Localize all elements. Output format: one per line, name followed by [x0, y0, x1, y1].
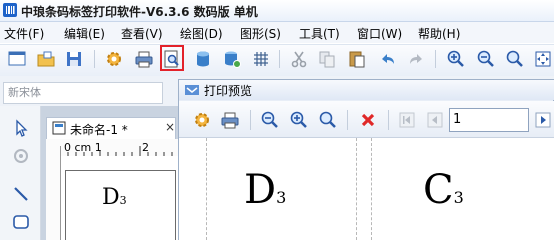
preview-label-2: C3 [423, 168, 464, 220]
label-text-object[interactable]: D3 [102, 186, 127, 213]
close-tab-icon[interactable]: × [165, 120, 175, 134]
toolbar-separator [435, 50, 436, 68]
ruler-mark: 2 [142, 141, 149, 154]
preview-toolbar-separator [347, 110, 348, 130]
document-icon [52, 121, 66, 135]
menu-view[interactable]: 查看(V) [121, 25, 163, 42]
window-title: 中琅条码标签打印软件-V6.3.6 数码版 单机 [21, 5, 258, 19]
menu-bar: 文件(F) 编辑(E) 查看(V) 绘图(D) 图形(S) 工具(T) 窗口(W… [0, 22, 554, 43]
preview-toolbar-separator [250, 110, 251, 130]
print-preview-highlight [160, 45, 184, 71]
menu-draw[interactable]: 绘图(D) [180, 25, 223, 42]
label-boundary-line [356, 138, 357, 240]
label-text-subscript: 3 [119, 194, 127, 207]
preview-zoom-in-icon[interactable] [289, 110, 309, 130]
page-number-input[interactable]: 1 [449, 108, 529, 132]
label-boundary-line [371, 138, 372, 240]
preview-print-icon[interactable] [220, 110, 240, 130]
cut-icon[interactable] [289, 49, 309, 69]
grid-icon[interactable] [251, 49, 271, 69]
preview-close-icon[interactable] [358, 110, 378, 130]
print-preview-title: 打印预览 [204, 84, 253, 98]
menu-help[interactable]: 帮助(H) [418, 25, 460, 42]
vertical-ruler [46, 156, 61, 240]
preview-label-1-subscript: 3 [276, 188, 287, 207]
toolbar-separator [279, 50, 280, 68]
copy-icon[interactable] [317, 49, 337, 69]
rectangle-tool-icon[interactable] [11, 212, 31, 232]
zoom-fit-icon[interactable] [505, 49, 525, 69]
menu-file[interactable]: 文件(F) [4, 25, 44, 42]
save-icon[interactable] [64, 49, 84, 69]
print-icon[interactable] [134, 49, 154, 69]
preview-window-icon [185, 85, 199, 95]
settings-icon[interactable] [104, 49, 124, 69]
select-pointer-icon[interactable] [11, 118, 31, 138]
first-page-icon[interactable] [397, 110, 417, 130]
preview-settings-icon[interactable] [192, 110, 212, 130]
print-preview-page [179, 138, 554, 240]
preview-label-1: D3 [244, 168, 286, 220]
database-icon[interactable] [193, 49, 213, 69]
preview-label-2-text: C [423, 167, 454, 213]
menu-shape[interactable]: 图形(S) [240, 25, 281, 42]
preview-label-2-subscript: 3 [453, 188, 464, 207]
preview-zoom-out-icon[interactable] [260, 110, 280, 130]
menu-window[interactable]: 窗口(W) [357, 25, 402, 42]
label-text: D [102, 185, 120, 210]
font-name-input[interactable]: 新宋体 [3, 82, 163, 104]
toolbar-separator [94, 50, 95, 68]
database-settings-icon[interactable] [222, 49, 242, 69]
undo-icon[interactable] [378, 49, 398, 69]
preview-zoom-fit-icon[interactable] [318, 110, 338, 130]
line-tool-icon[interactable] [11, 184, 31, 204]
new-icon[interactable] [7, 49, 27, 69]
zoom-in-icon[interactable] [446, 49, 466, 69]
zoom-out-icon[interactable] [476, 49, 496, 69]
fit-page-icon[interactable] [533, 49, 553, 69]
menu-edit[interactable]: 编辑(E) [64, 25, 105, 42]
paste-icon[interactable] [347, 49, 367, 69]
app-icon [3, 3, 17, 17]
ruler-unit-label: 0 cm 1 [64, 141, 102, 154]
menu-tools[interactable]: 工具(T) [299, 25, 340, 42]
rotate-icon[interactable] [11, 146, 31, 166]
open-icon[interactable] [36, 49, 56, 69]
previous-page-icon[interactable] [425, 110, 445, 130]
redo-icon[interactable] [406, 49, 426, 69]
next-page-icon[interactable] [533, 110, 553, 130]
preview-label-1-text: D [244, 167, 277, 213]
document-tab-label: 未命名-1 * [70, 123, 128, 137]
preview-toolbar-separator [388, 110, 389, 130]
label-boundary-line [206, 138, 207, 240]
